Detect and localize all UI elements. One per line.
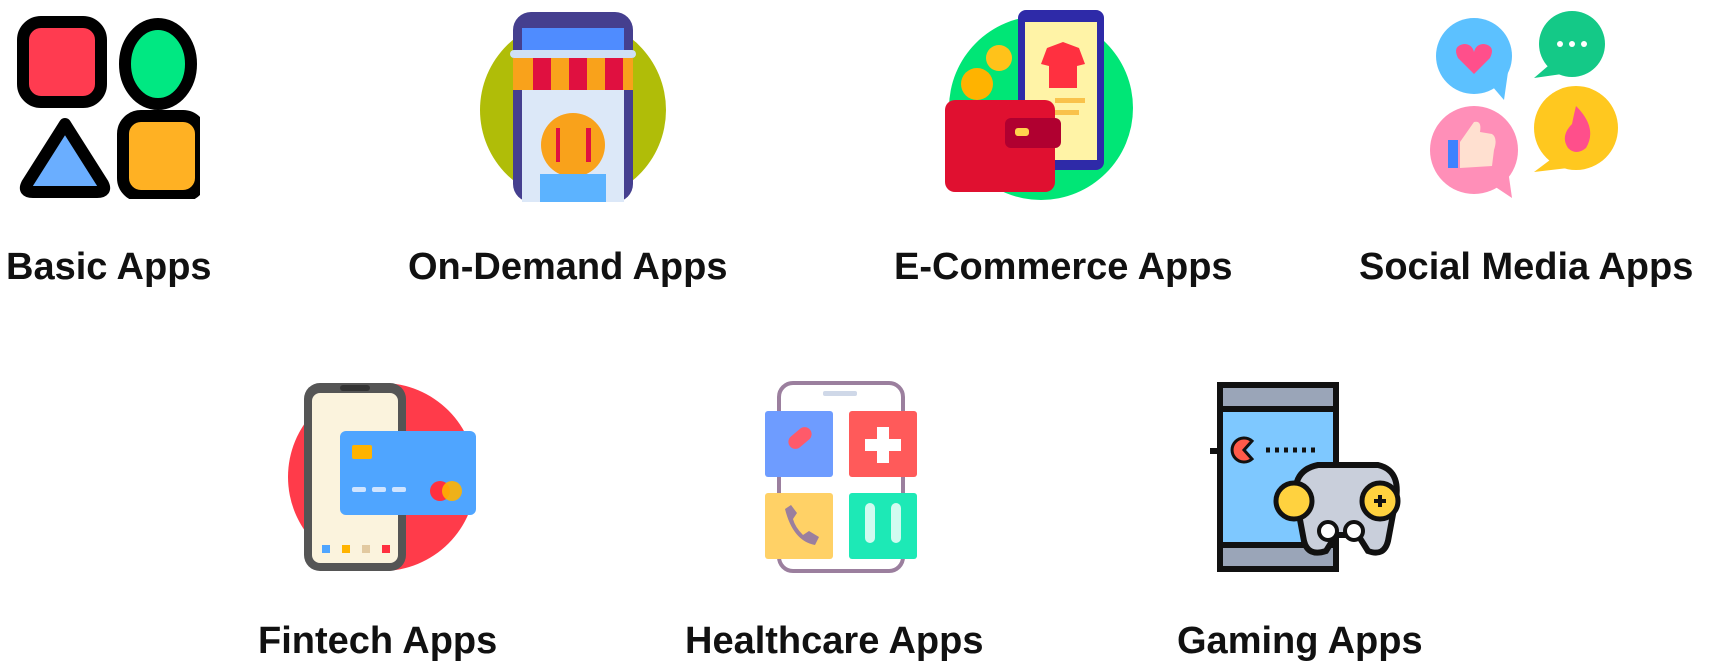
label-fintech-apps: Fintech Apps	[258, 620, 498, 662]
basic-shapes-icon	[17, 16, 200, 199]
chat-bubbles-icon	[1430, 11, 1618, 198]
label-e-commerce-apps: E-Commerce Apps	[894, 246, 1233, 288]
shopping-phone-wallet-icon	[945, 10, 1133, 200]
phone-gamepad-icon	[1210, 382, 1401, 572]
label-basic-apps: Basic Apps	[6, 246, 212, 288]
medical-phone-icon	[765, 381, 917, 573]
phone-credit-card-icon	[288, 383, 476, 571]
label-social-media-apps: Social Media Apps	[1359, 246, 1694, 288]
food-store-phone-icon	[480, 12, 666, 202]
label-on-demand-apps: On-Demand Apps	[408, 246, 728, 288]
label-gaming-apps: Gaming Apps	[1177, 620, 1423, 662]
label-healthcare-apps: Healthcare Apps	[685, 620, 984, 662]
